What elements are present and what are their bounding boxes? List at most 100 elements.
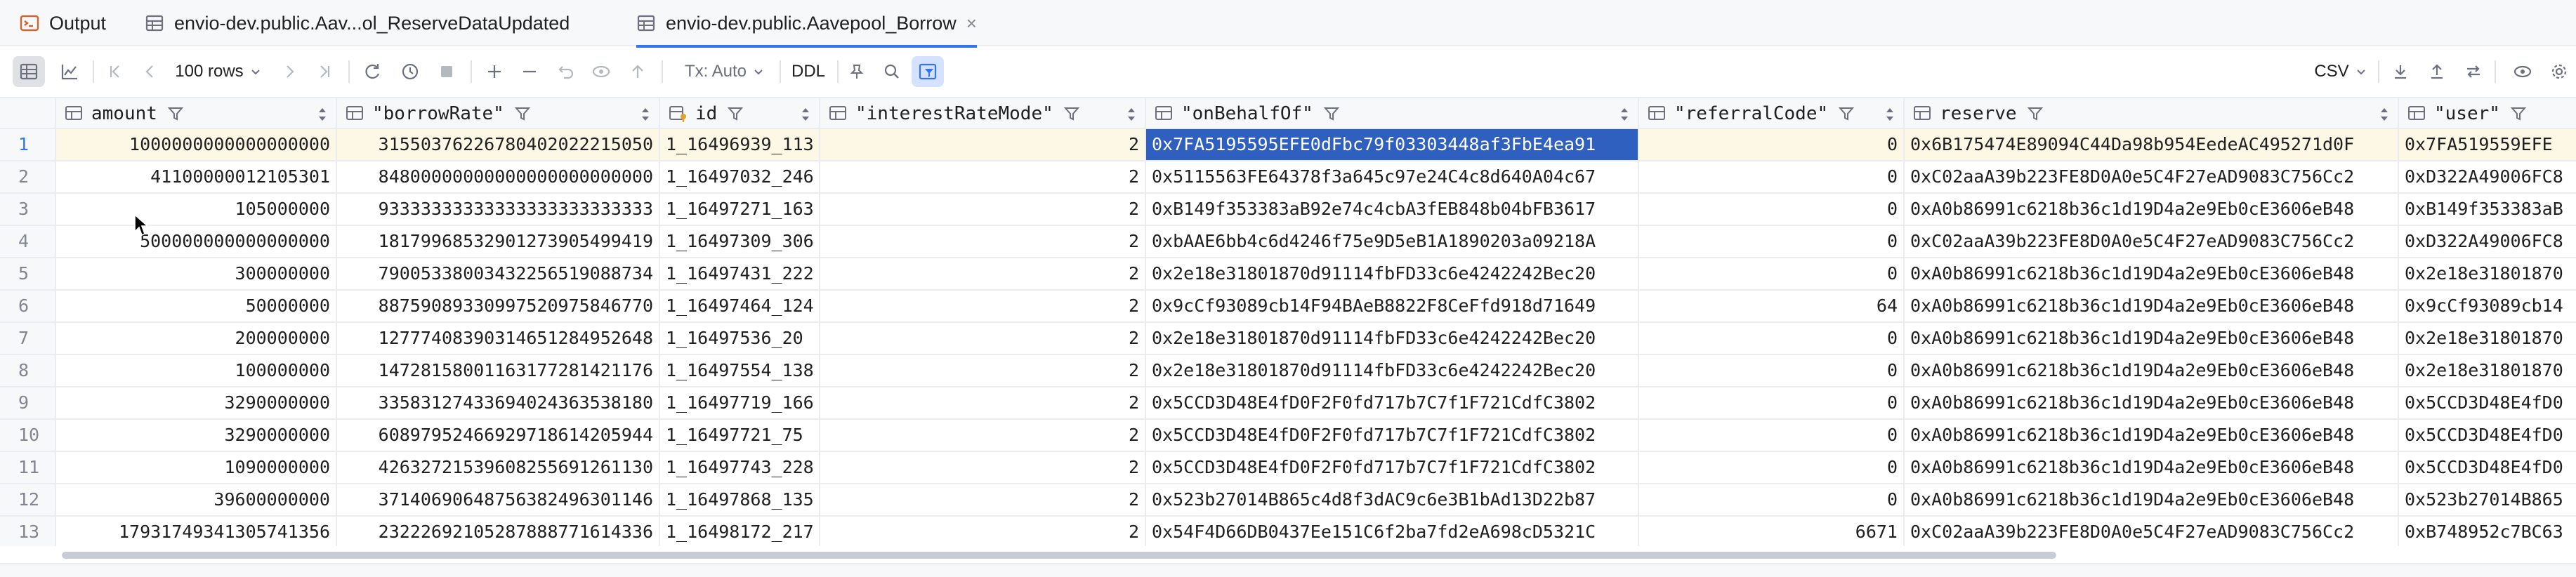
filter-icon[interactable] (167, 105, 184, 122)
table-cell[interactable]: 0 (1639, 387, 1905, 418)
table-cell[interactable]: 0 (1639, 452, 1905, 483)
table-cell[interactable]: 0x54F4D66DB0437Ee151C6f2ba7fd2eA698cD532… (1146, 517, 1639, 546)
horizontal-scrollbar[interactable] (0, 546, 2576, 563)
table-cell[interactable]: 2 (820, 420, 1146, 451)
filter-icon[interactable] (1323, 105, 1340, 122)
table-row[interactable]: 1 1000000000000000000 31550376226780402022… (0, 129, 2576, 161)
table-cell[interactable]: 0 (1639, 194, 1905, 225)
table-cell[interactable]: 0x523b27014B865c4d8f3dAC9c6e3B1bAd13D22b… (1146, 484, 1639, 515)
row-number[interactable]: 13 (0, 517, 56, 546)
table-cell[interactable]: 0x5CCD3D48E4fD0F2F0fd717b7C7f1F721CdfC38… (1146, 452, 1639, 483)
table-cell[interactable]: 0x2e18e31801870 (2399, 258, 2576, 289)
table-cell[interactable]: 33583127433694024363538180 (337, 387, 660, 418)
row-number[interactable]: 10 (0, 420, 56, 451)
sort-icon[interactable] (1884, 105, 1896, 124)
table-cell[interactable]: 93333333333333333333333333 (337, 194, 660, 225)
table-cell[interactable]: 88759089330997520975846770 (337, 291, 660, 321)
table-cell[interactable]: 2 (820, 452, 1146, 483)
table-cell[interactable]: 0xC02aaA39b223FE8D0A0e5C4F27eAD9083C756C… (1905, 226, 2399, 257)
export-format-dropdown[interactable]: CSV (2309, 48, 2372, 95)
history-icon[interactable] (395, 48, 426, 95)
tab-aavepool-borrow[interactable]: envio-dev.public.Aavepool_Borrow × (636, 0, 977, 48)
table-cell[interactable]: 0xB748952c7BC63 (2399, 517, 2576, 546)
filter-icon[interactable] (514, 105, 531, 122)
table-cell[interactable]: 12777408390314651284952648 (337, 323, 660, 354)
row-number[interactable]: 1 (0, 129, 56, 160)
table-cell[interactable]: 0xA0b86991c6218b36c1d19D4a2e9Eb0cE3606eB… (1905, 387, 2399, 418)
table-cell[interactable]: 2 (820, 291, 1146, 321)
row-number[interactable]: 12 (0, 484, 56, 515)
upload-icon[interactable] (2421, 48, 2452, 95)
table-cell[interactable]: 50000000 (56, 291, 337, 321)
table-row[interactable]: 9 3290000000 33583127433694024363538180 1_1… (0, 387, 2576, 420)
table-cell[interactable]: 0x5CCD3D48E4fD0 (2399, 387, 2576, 418)
table-view-icon[interactable] (13, 56, 45, 87)
row-number[interactable]: 8 (0, 355, 56, 386)
last-page-icon[interactable] (310, 48, 339, 95)
table-cell[interactable]: 2 (820, 517, 1146, 546)
sort-icon[interactable] (316, 105, 329, 124)
sort-icon[interactable] (2378, 105, 2391, 124)
table-cell[interactable]: 79005338003432256519088734 (337, 258, 660, 289)
gear-icon[interactable] (2544, 48, 2575, 95)
table-cell[interactable]: 1_16497554_138 (660, 355, 820, 386)
filter-icon[interactable] (2027, 105, 2044, 122)
table-row[interactable]: 12 39600000000 37140690648756382496301146 1… (0, 484, 2576, 517)
column-header[interactable]: "onBehalfOf" (1146, 98, 1639, 129)
first-page-icon[interactable] (101, 48, 129, 95)
column-header[interactable]: reserve (1905, 98, 2399, 129)
table-cell[interactable]: 14728158001163177281421176 (337, 355, 660, 386)
preview-changes-icon[interactable] (586, 48, 617, 95)
column-header[interactable]: amount (56, 98, 337, 129)
revert-icon[interactable] (551, 48, 581, 95)
table-cell[interactable]: 0xC02aaA39b223FE8D0A0e5C4F27eAD9083C756C… (1905, 161, 2399, 192)
table-cell[interactable]: 2 (820, 323, 1146, 354)
table-row[interactable]: 5 300000000 79005338003432256519088734 1_16… (0, 258, 2576, 291)
table-cell[interactable]: 0xA0b86991c6218b36c1d19D4a2e9Eb0cE3606eB… (1905, 420, 2399, 451)
row-number[interactable]: 5 (0, 258, 56, 289)
page-size-dropdown[interactable]: 100 rows (174, 48, 263, 95)
row-number[interactable]: 2 (0, 161, 56, 192)
table-cell[interactable]: 0xC02aaA39b223FE8D0A0e5C4F27eAD9083C756C… (1905, 517, 2399, 546)
table-cell[interactable]: 0x2e18e31801870 (2399, 355, 2576, 386)
ddl-button[interactable]: DDL (785, 48, 832, 95)
table-cell[interactable]: 0xA0b86991c6218b36c1d19D4a2e9Eb0cE3606eB… (1905, 355, 2399, 386)
table-cell[interactable]: 1_16497868_135 (660, 484, 820, 515)
sort-icon[interactable] (1125, 105, 1138, 124)
table-cell[interactable]: 0x5CCD3D48E4fD0F2F0fd717b7C7f1F721CdfC38… (1146, 387, 1639, 418)
table-cell[interactable]: 0xA0b86991c6218b36c1d19D4a2e9Eb0cE3606eB… (1905, 291, 2399, 321)
table-row[interactable]: 13 17931749341305741356 232226921052878887… (0, 517, 2576, 546)
table-cell[interactable]: 41100000012105301 (56, 161, 337, 192)
tab-output[interactable]: Output (20, 0, 106, 46)
table-cell[interactable]: 1_16497719_166 (660, 387, 820, 418)
table-cell[interactable]: 0x5115563FE64378f3a645c97e24C4c8d640A04c… (1146, 161, 1639, 192)
table-cell[interactable]: 0x9cCf93089cb14 (2399, 291, 2576, 321)
column-header[interactable]: id (660, 98, 820, 129)
table-cell[interactable]: 0x7FA519559EFE (2399, 129, 2576, 160)
filter-icon[interactable] (727, 105, 744, 122)
table-cell[interactable]: 2 (820, 387, 1146, 418)
table-cell[interactable]: 0xD322A49006FC8 (2399, 161, 2576, 192)
table-cell[interactable]: 2 (820, 484, 1146, 515)
table-cell[interactable]: 0x2e18e31801870d91114fbFD33c6e4242242Bec… (1146, 258, 1639, 289)
table-cell[interactable]: 0xbAAE6bb4c6d4246f75e9D5eB1A1890203a0921… (1146, 226, 1639, 257)
table-cell[interactable]: 23222692105287888771614336 (337, 517, 660, 546)
view-icon[interactable] (2507, 48, 2538, 95)
filter-icon[interactable] (1063, 105, 1080, 122)
filter-icon[interactable] (2510, 105, 2527, 122)
sort-icon[interactable] (1618, 105, 1631, 124)
table-cell[interactable]: 18179968532901273905499419 (337, 226, 660, 257)
column-header[interactable]: "borrowRate" (337, 98, 660, 129)
table-cell[interactable]: 1_16497271_163 (660, 194, 820, 225)
table-cell[interactable]: 1_16497032_246 (660, 161, 820, 192)
table-cell[interactable]: 3290000000 (56, 387, 337, 418)
row-number[interactable]: 11 (0, 452, 56, 483)
table-cell[interactable]: 105000000 (56, 194, 337, 225)
table-cell[interactable]: 39600000000 (56, 484, 337, 515)
table-row[interactable]: 8 100000000 14728158001163177281421176 1_16… (0, 355, 2576, 387)
refresh-icon[interactable] (357, 48, 388, 95)
table-row[interactable]: 4 500000000000000000 181799685329012739054… (0, 226, 2576, 258)
selected-cell[interactable]: 0x7FA5195595EFE0dFbc79f03303448af3FbE4ea… (1146, 129, 1639, 160)
filter-icon[interactable] (1838, 105, 1855, 122)
table-cell[interactable]: 0x6B175474E89094C44Da98b954EedeAC495271d… (1905, 129, 2399, 160)
